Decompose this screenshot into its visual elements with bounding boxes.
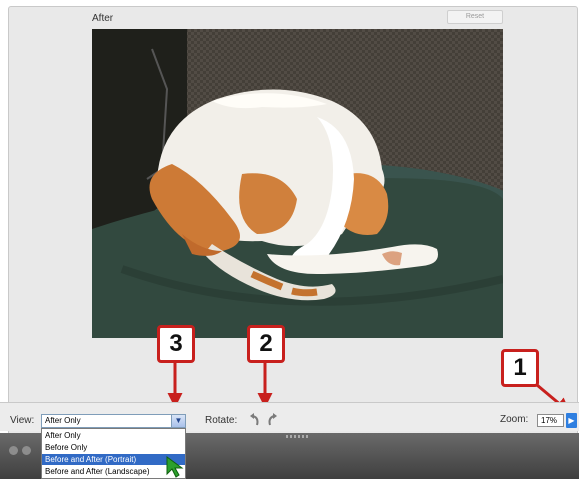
view-select[interactable]: After Only ▼: [41, 414, 186, 428]
callout-2: 2: [247, 325, 285, 363]
panel-resize-grip[interactable]: [286, 435, 310, 438]
rotate-right-icon[interactable]: [266, 412, 280, 428]
bin-circle-icon[interactable]: [22, 446, 31, 455]
rotate-left-icon[interactable]: [247, 412, 261, 428]
view-select-value: After Only: [45, 416, 81, 425]
callout-1: 1: [501, 349, 539, 387]
view-option-before-only[interactable]: Before Only: [42, 442, 185, 453]
reset-button[interactable]: Reset: [447, 10, 503, 24]
callout-3: 3: [157, 325, 195, 363]
rotate-label: Rotate:: [205, 415, 238, 426]
chevron-down-icon[interactable]: ▼: [171, 415, 185, 427]
bin-circle-icon[interactable]: [9, 446, 18, 455]
zoom-label: Zoom:: [500, 414, 529, 425]
zoom-chevron-right-icon[interactable]: ▶: [566, 413, 577, 428]
view-option-after-only[interactable]: After Only: [42, 430, 185, 441]
panel-title-after: After: [92, 13, 114, 24]
mouse-pointer-icon: [166, 456, 184, 478]
view-label: View:: [10, 415, 35, 426]
photo-after-preview: [92, 29, 503, 338]
view-option-before-after-portrait[interactable]: Before and After (Portrait): [42, 454, 185, 465]
zoom-input[interactable]: 17%: [537, 414, 564, 427]
view-option-before-after-landscape[interactable]: Before and After (Landscape): [42, 466, 185, 477]
